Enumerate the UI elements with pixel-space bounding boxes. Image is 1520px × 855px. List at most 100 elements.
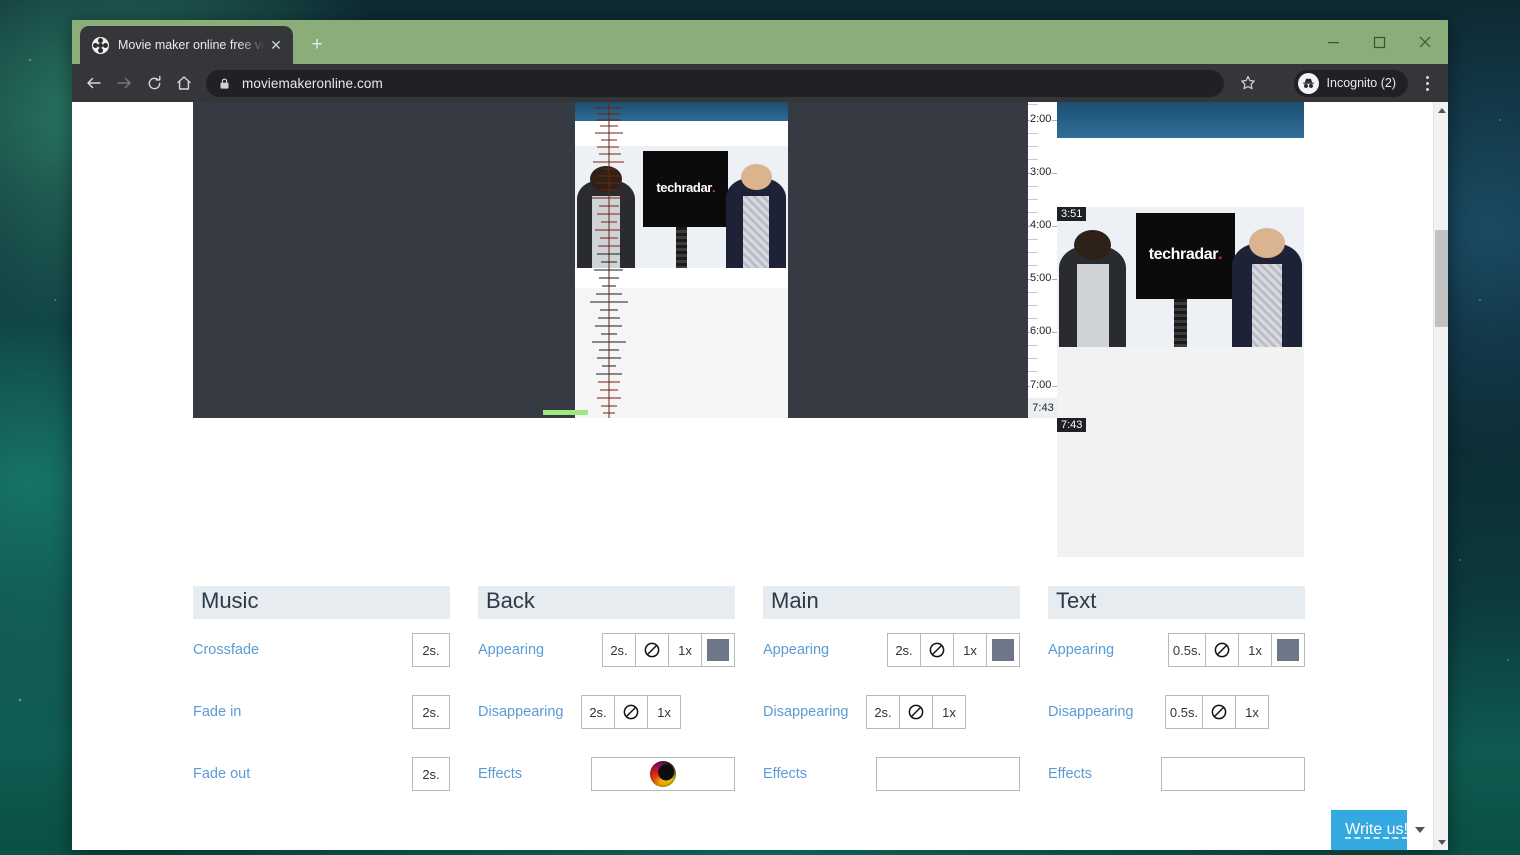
audio-waveform[interactable] bbox=[588, 102, 630, 418]
scroll-up-arrow-icon[interactable] bbox=[1434, 102, 1448, 118]
control-group: 0.5s. 1x bbox=[1165, 695, 1269, 729]
control-group: 2s. bbox=[412, 695, 450, 729]
kebab-menu-icon[interactable] bbox=[1414, 70, 1440, 96]
panel-row-effects: Effects bbox=[763, 743, 1020, 805]
scene-person-right bbox=[1232, 227, 1302, 347]
control-group: 2s. 1x bbox=[581, 695, 681, 729]
tab-title: Movie maker online free video e bbox=[118, 38, 265, 52]
panel-title: Back bbox=[478, 586, 735, 619]
timeline-total-duration: 7:43 bbox=[1028, 398, 1058, 418]
control-group: 2s. bbox=[412, 633, 450, 667]
tab-close-icon[interactable]: ✕ bbox=[265, 34, 287, 56]
write-us-label: Write us! bbox=[1345, 821, 1408, 838]
effects-picker[interactable] bbox=[591, 757, 735, 791]
panel-row-disappearing: Disappearing 2s. 1x bbox=[763, 681, 1020, 743]
scene-person-right bbox=[726, 164, 786, 268]
disappearing-rate-field[interactable]: 1x bbox=[932, 695, 966, 729]
panel-row-disappearing: Disappearing 0.5s. 1x bbox=[1048, 681, 1305, 743]
appearing-color-swatch[interactable] bbox=[986, 633, 1020, 667]
scene-logo-text: techradar. bbox=[643, 180, 728, 195]
film-reel-icon bbox=[92, 36, 109, 54]
panel-row-fade-in: Fade in 2s. bbox=[193, 681, 450, 743]
new-tab-button[interactable]: + bbox=[303, 31, 331, 59]
row-label: Disappearing bbox=[763, 704, 849, 720]
no-transition-icon[interactable] bbox=[1202, 695, 1236, 729]
effects-picker[interactable] bbox=[876, 757, 1020, 791]
lock-icon bbox=[218, 77, 231, 90]
home-icon[interactable] bbox=[170, 69, 198, 97]
panel-row-appearing: Appearing 2s. 1x bbox=[478, 619, 735, 681]
scroll-down-arrow-icon[interactable] bbox=[1434, 834, 1448, 850]
minimize-icon[interactable] bbox=[1310, 20, 1356, 64]
preview-empty-area bbox=[1057, 347, 1304, 557]
reload-icon[interactable] bbox=[140, 69, 168, 97]
crossfade-duration-field[interactable]: 2s. bbox=[412, 633, 450, 667]
appearing-color-swatch[interactable] bbox=[1271, 633, 1305, 667]
color-swatch bbox=[1277, 639, 1299, 661]
ruler-mark: 3:00 bbox=[1030, 166, 1053, 178]
disappearing-duration-field[interactable]: 0.5s. bbox=[1165, 695, 1203, 729]
appearing-duration-field[interactable]: 2s. bbox=[602, 633, 636, 667]
effects-picker[interactable] bbox=[1161, 757, 1305, 791]
window-controls bbox=[1310, 20, 1448, 64]
row-label: Appearing bbox=[478, 642, 545, 658]
disappearing-rate-field[interactable]: 1x bbox=[647, 695, 681, 729]
appearing-rate-field[interactable]: 1x bbox=[668, 633, 702, 667]
timeline-selection-bar[interactable] bbox=[543, 410, 588, 415]
scrollbar-thumb[interactable] bbox=[1435, 230, 1448, 327]
ruler-mark: 2:00 bbox=[1030, 113, 1053, 125]
control-group: 2s. bbox=[412, 757, 450, 791]
fade-out-duration-field[interactable]: 2s. bbox=[412, 757, 450, 791]
browser-tab[interactable]: Movie maker online free video e ✕ bbox=[80, 26, 293, 64]
timeline-ruler[interactable]: 2:00 3:00 4:00 5:00 6:00 7:00 7:43 bbox=[1028, 102, 1058, 418]
window-close-icon[interactable] bbox=[1402, 20, 1448, 64]
panel-title: Text bbox=[1048, 586, 1305, 619]
forward-arrow-icon[interactable] bbox=[110, 69, 138, 97]
disappearing-duration-field[interactable]: 2s. bbox=[581, 695, 615, 729]
row-label: Disappearing bbox=[478, 704, 564, 720]
appearing-rate-field[interactable]: 1x bbox=[1238, 633, 1272, 667]
fade-in-duration-field[interactable]: 2s. bbox=[412, 695, 450, 729]
preview-frame[interactable]: techradar. bbox=[1057, 207, 1304, 347]
ruler-mark: 6:00 bbox=[1030, 325, 1053, 337]
scene-logo-dot: . bbox=[711, 180, 716, 196]
page-viewport: techradar. 2:00 3:00 4:00 5:00 6:00 7:00… bbox=[72, 102, 1448, 850]
no-transition-icon[interactable] bbox=[899, 695, 933, 729]
control-group: 2s. 1x bbox=[602, 633, 735, 667]
ruler-mark: 5:00 bbox=[1030, 272, 1053, 284]
disappearing-rate-field[interactable]: 1x bbox=[1235, 695, 1269, 729]
effects-preview-icon bbox=[650, 761, 676, 787]
panel-row-effects: Effects bbox=[1048, 743, 1305, 805]
ruler-mark: 7:00 bbox=[1030, 379, 1053, 391]
page-scrollbar[interactable] bbox=[1433, 102, 1448, 850]
color-swatch bbox=[707, 639, 729, 661]
no-transition-icon[interactable] bbox=[920, 633, 954, 667]
preview-time-badge: 3:51 bbox=[1057, 207, 1087, 221]
address-bar[interactable]: moviemakeronline.com bbox=[206, 69, 1224, 97]
panel-main: Main Appearing 2s. 1x Disappearing 2s. 1… bbox=[763, 586, 1020, 805]
back-arrow-icon[interactable] bbox=[80, 69, 108, 97]
appearing-duration-field[interactable]: 2s. bbox=[887, 633, 921, 667]
no-transition-icon[interactable] bbox=[1205, 633, 1239, 667]
control-group: 2s. 1x bbox=[887, 633, 1020, 667]
row-label: Fade out bbox=[193, 766, 251, 782]
scene-stand bbox=[1174, 299, 1187, 347]
appearing-rate-field[interactable]: 1x bbox=[953, 633, 987, 667]
row-label: Crossfade bbox=[193, 642, 260, 658]
no-transition-icon[interactable] bbox=[614, 695, 648, 729]
appearing-color-swatch[interactable] bbox=[701, 633, 735, 667]
star-icon[interactable] bbox=[1234, 69, 1262, 97]
panel-row-crossfade: Crossfade 2s. bbox=[193, 619, 450, 681]
appearing-duration-field[interactable]: 0.5s. bbox=[1168, 633, 1206, 667]
profile-incognito-chip[interactable]: Incognito (2) bbox=[1293, 69, 1408, 97]
row-label: Effects bbox=[763, 766, 808, 782]
row-label: Disappearing bbox=[1048, 704, 1134, 720]
profile-label: Incognito (2) bbox=[1326, 76, 1396, 90]
scene-logo-label: techradar bbox=[656, 180, 712, 196]
maximize-icon[interactable] bbox=[1356, 20, 1402, 64]
preview-pane[interactable]: 3:51 techradar. 7:43 bbox=[1057, 102, 1304, 557]
no-transition-icon[interactable] bbox=[635, 633, 669, 667]
write-us-collapse-button[interactable] bbox=[1407, 810, 1433, 850]
color-swatch bbox=[992, 639, 1014, 661]
disappearing-duration-field[interactable]: 2s. bbox=[866, 695, 900, 729]
